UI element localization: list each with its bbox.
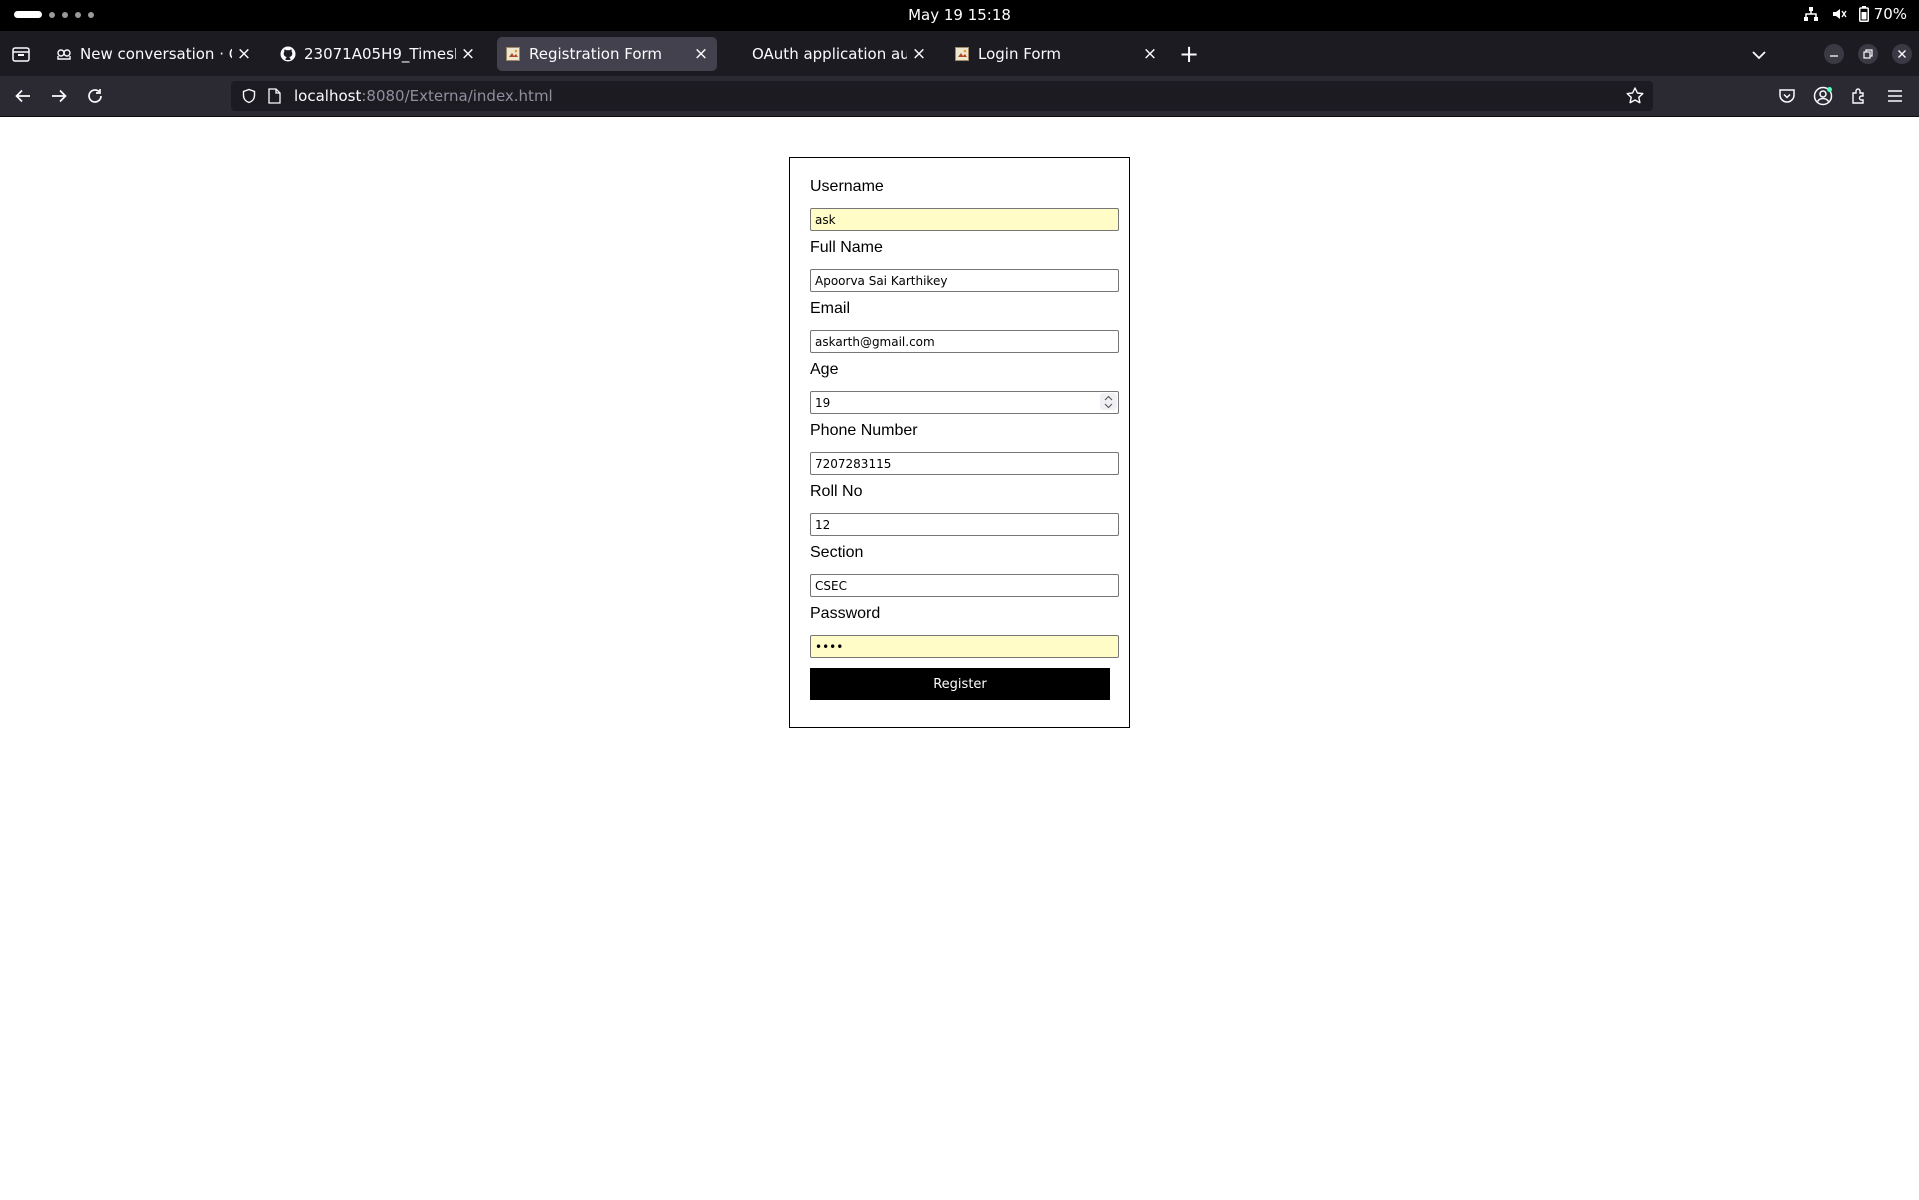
pocket-icon[interactable] [1775, 84, 1799, 108]
page-icon [505, 46, 521, 62]
rollno-input[interactable] [810, 513, 1119, 536]
fullname-input[interactable] [810, 269, 1119, 292]
page-icon [954, 46, 970, 62]
url-host: localhost [294, 87, 362, 105]
address-bar[interactable]: localhost:8080/Externa/index.html [231, 81, 1653, 111]
password-input[interactable] [810, 635, 1119, 658]
email-input[interactable] [810, 330, 1119, 353]
email-label: Email [810, 300, 851, 317]
tab-title: 23071A05H9_TimesLogger [304, 45, 456, 63]
extensions-icon[interactable] [1847, 84, 1871, 108]
url-text[interactable]: localhost:8080/Externa/index.html [294, 87, 553, 105]
navigation-toolbar: localhost:8080/Externa/index.html [0, 76, 1919, 117]
reload-button[interactable] [83, 84, 107, 108]
tab-title: Registration Form [529, 45, 663, 63]
forward-button[interactable] [47, 84, 71, 108]
battery-percentage: 70% [1873, 5, 1907, 23]
bookmark-star-icon[interactable] [1625, 86, 1645, 106]
arrow-left-icon [15, 89, 30, 103]
tab-oauth[interactable]: OAuth application authorization × [735, 37, 935, 71]
menu-icon[interactable] [1883, 84, 1907, 108]
phone-input[interactable] [810, 452, 1119, 475]
tab-title: New conversation · GitHub Copilot [80, 45, 232, 63]
section-input[interactable] [810, 574, 1119, 597]
close-tab-icon[interactable]: × [456, 42, 480, 66]
page-info-icon[interactable] [266, 87, 282, 105]
firefox-view-icon [12, 47, 30, 62]
system-tray[interactable]: 70% [1803, 5, 1907, 23]
firefox-view-button[interactable] [10, 43, 32, 65]
plus-icon: + [1178, 40, 1200, 68]
new-tab-button[interactable]: + [1177, 40, 1201, 68]
age-input[interactable] [810, 391, 1119, 414]
password-label: Password [810, 605, 881, 622]
minimize-icon [1830, 55, 1838, 57]
toolbar-right [1775, 76, 1919, 116]
url-path: :8080/Externa/index.html [361, 87, 553, 105]
tracking-protection-shield-icon[interactable] [240, 87, 258, 105]
age-field [810, 391, 1119, 414]
restore-window-button[interactable] [1858, 44, 1878, 64]
account-icon[interactable] [1811, 84, 1835, 108]
system-top-bar: May 19 15:18 70% [0, 0, 1919, 31]
tab-title: Login Form [978, 45, 1062, 63]
reload-icon [88, 89, 102, 103]
page-content: Username Full Name Email Age Phone Numbe… [0, 117, 1919, 1200]
copilot-icon [56, 46, 72, 62]
close-tab-icon[interactable]: × [1138, 42, 1162, 66]
list-all-tabs-button[interactable] [1747, 43, 1771, 67]
close-tab-icon[interactable]: × [689, 42, 713, 66]
volume-muted-icon [1831, 6, 1847, 22]
stepper-arrows-icon [1104, 395, 1113, 408]
system-clock[interactable]: May 19 15:18 [0, 6, 1919, 24]
battery-status: 70% [1858, 5, 1907, 23]
username-input[interactable] [810, 208, 1119, 231]
tab-title: OAuth application authorization [752, 45, 907, 63]
close-tab-icon[interactable]: × [907, 42, 931, 66]
tab-login-form[interactable]: Login Form × [946, 37, 1166, 71]
registration-form: Username Full Name Email Age Phone Numbe… [789, 157, 1130, 728]
username-label: Username [810, 178, 884, 195]
close-tab-icon[interactable]: × [232, 42, 256, 66]
github-icon [280, 46, 296, 62]
close-icon [1898, 50, 1906, 58]
battery-icon [1858, 6, 1869, 22]
age-label: Age [810, 361, 839, 378]
fullname-label: Full Name [810, 239, 883, 256]
network-icon [1803, 6, 1819, 22]
tab-github-repo[interactable]: 23071A05H9_TimesLogger × [272, 37, 484, 71]
tab-copilot[interactable]: New conversation · GitHub Copilot × [48, 37, 260, 71]
register-button[interactable]: Register [810, 668, 1110, 700]
phone-label: Phone Number [810, 422, 918, 439]
rollno-label: Roll No [810, 483, 863, 500]
age-stepper[interactable] [1100, 393, 1117, 410]
restore-icon [1863, 49, 1873, 59]
tab-strip: New conversation · GitHub Copilot × 2307… [0, 31, 1919, 76]
back-button[interactable] [11, 84, 35, 108]
close-window-button[interactable] [1892, 44, 1912, 64]
tab-registration-form[interactable]: Registration Form × [497, 37, 717, 71]
chevron-down-icon [1752, 51, 1766, 60]
section-label: Section [810, 544, 864, 561]
minimize-window-button[interactable] [1824, 44, 1844, 64]
arrow-right-icon [52, 89, 67, 103]
